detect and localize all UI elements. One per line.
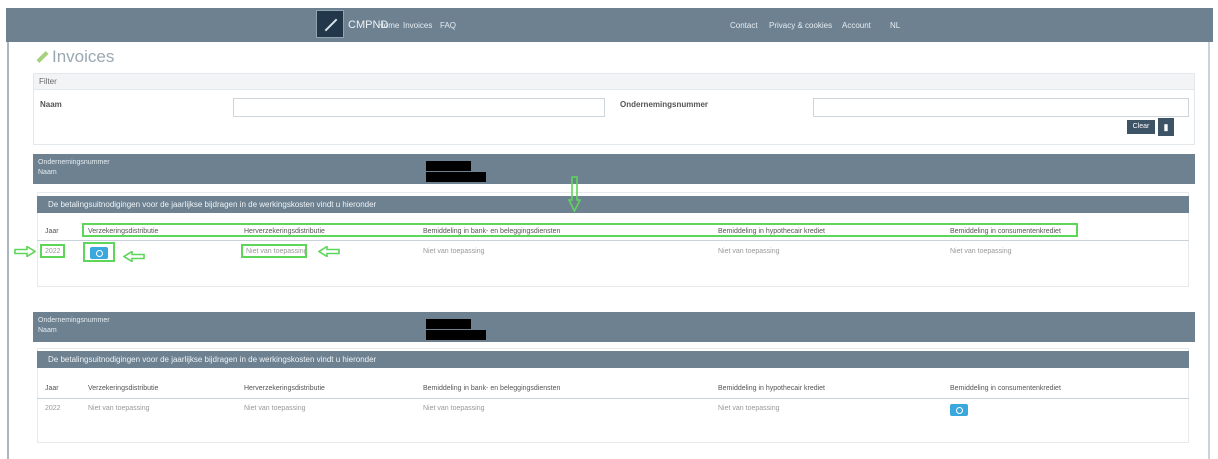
page-title: Invoices [52, 47, 115, 66]
enterprise-number-label: Ondernemingsnummer [620, 100, 709, 109]
table-cell-insurance: Niet van toepassing [88, 405, 150, 412]
nav-link-invoices[interactable]: Invoices [403, 21, 432, 30]
column-header-insurance: Verzekeringsdistributie [88, 385, 159, 392]
filter-header-label: Filter [39, 77, 57, 86]
column-headers-highlight [82, 223, 1078, 237]
arrow-left-icon [123, 251, 145, 262]
notice-text: De betalingsuitnodigingen voor de jaarli… [48, 200, 377, 209]
table-cell-banking: Niet van toepassing [423, 405, 485, 412]
nav-link-language[interactable]: NL [890, 21, 900, 30]
column-header-year: Jaar [45, 228, 59, 235]
view-invoice-button[interactable] [950, 404, 968, 416]
redacted-enterprise-number [426, 161, 471, 171]
column-header-mortgage: Bemiddeling in hypothecair krediet [718, 385, 826, 392]
table-header-divider [37, 240, 1189, 241]
notice-bar: De betalingsuitnodigingen voor de jaarli… [37, 351, 1189, 368]
clear-button[interactable]: Clear [1127, 120, 1155, 134]
arrow-right-icon [14, 246, 36, 257]
redacted-enterprise-number [426, 319, 471, 329]
table-cell-year: 2022 [45, 405, 61, 412]
column-header-year: Jaar [45, 385, 59, 392]
table-cell-consumer: Niet van toepassing [950, 248, 1012, 255]
frame-border-right [1208, 42, 1210, 459]
table-header-divider [37, 398, 1189, 399]
name-label: Naam [38, 169, 57, 176]
top-navbar: CMPND Home Invoices FAQ Contact Privacy … [6, 8, 1213, 42]
column-header-consumer: Bemiddeling in consumentenkrediet [950, 385, 1061, 392]
nav-link-account[interactable]: Account [842, 21, 871, 30]
view-button-highlight [83, 242, 115, 262]
enterprise-block-header: Ondernemingsnummer Naam [33, 154, 1195, 184]
reinsurance-cell-highlight [241, 244, 307, 258]
redacted-name [426, 172, 486, 182]
enterprise-number-label: Ondernemingsnummer [38, 317, 110, 324]
enterprise-number-input[interactable] [813, 98, 1189, 117]
redacted-name [426, 330, 486, 340]
name-label: Naam [38, 327, 57, 334]
filter-header: Filter [34, 74, 1194, 90]
name-input[interactable] [233, 98, 605, 117]
name-label: Naam [40, 100, 62, 109]
table-cell-mortgage: Niet van toepassing [718, 405, 780, 412]
table-cell-reinsurance: Niet van toepassing [244, 405, 306, 412]
enterprise-number-label: Ondernemingsnummer [38, 159, 110, 166]
nav-link-contact[interactable]: Contact [730, 21, 758, 30]
nav-link-privacy[interactable]: Privacy & cookies [769, 21, 832, 30]
column-header-banking: Bemiddeling in bank- en beleggingsdienst… [423, 385, 561, 392]
notice-bar: De betalingsuitnodigingen voor de jaarli… [37, 196, 1189, 213]
column-header-reinsurance: Herverzekeringsdistributie [244, 385, 325, 392]
notice-text: De betalingsuitnodigingen voor de jaarli… [48, 355, 377, 364]
frame-border-left [7, 42, 9, 459]
brand-logo[interactable] [316, 10, 344, 38]
arrow-left-icon [318, 246, 340, 257]
pencil-icon [36, 50, 49, 64]
table-cell-banking: Niet van toepassing [423, 248, 485, 255]
year-highlight [40, 244, 65, 258]
nav-link-home[interactable]: Home [378, 21, 399, 30]
filter-icon[interactable]: ▮ [1158, 118, 1174, 136]
arrow-down-icon [568, 176, 581, 212]
table-cell-mortgage: Niet van toepassing [718, 248, 780, 255]
enterprise-block-header: Ondernemingsnummer Naam [33, 312, 1195, 342]
nav-link-faq[interactable]: FAQ [440, 21, 456, 30]
